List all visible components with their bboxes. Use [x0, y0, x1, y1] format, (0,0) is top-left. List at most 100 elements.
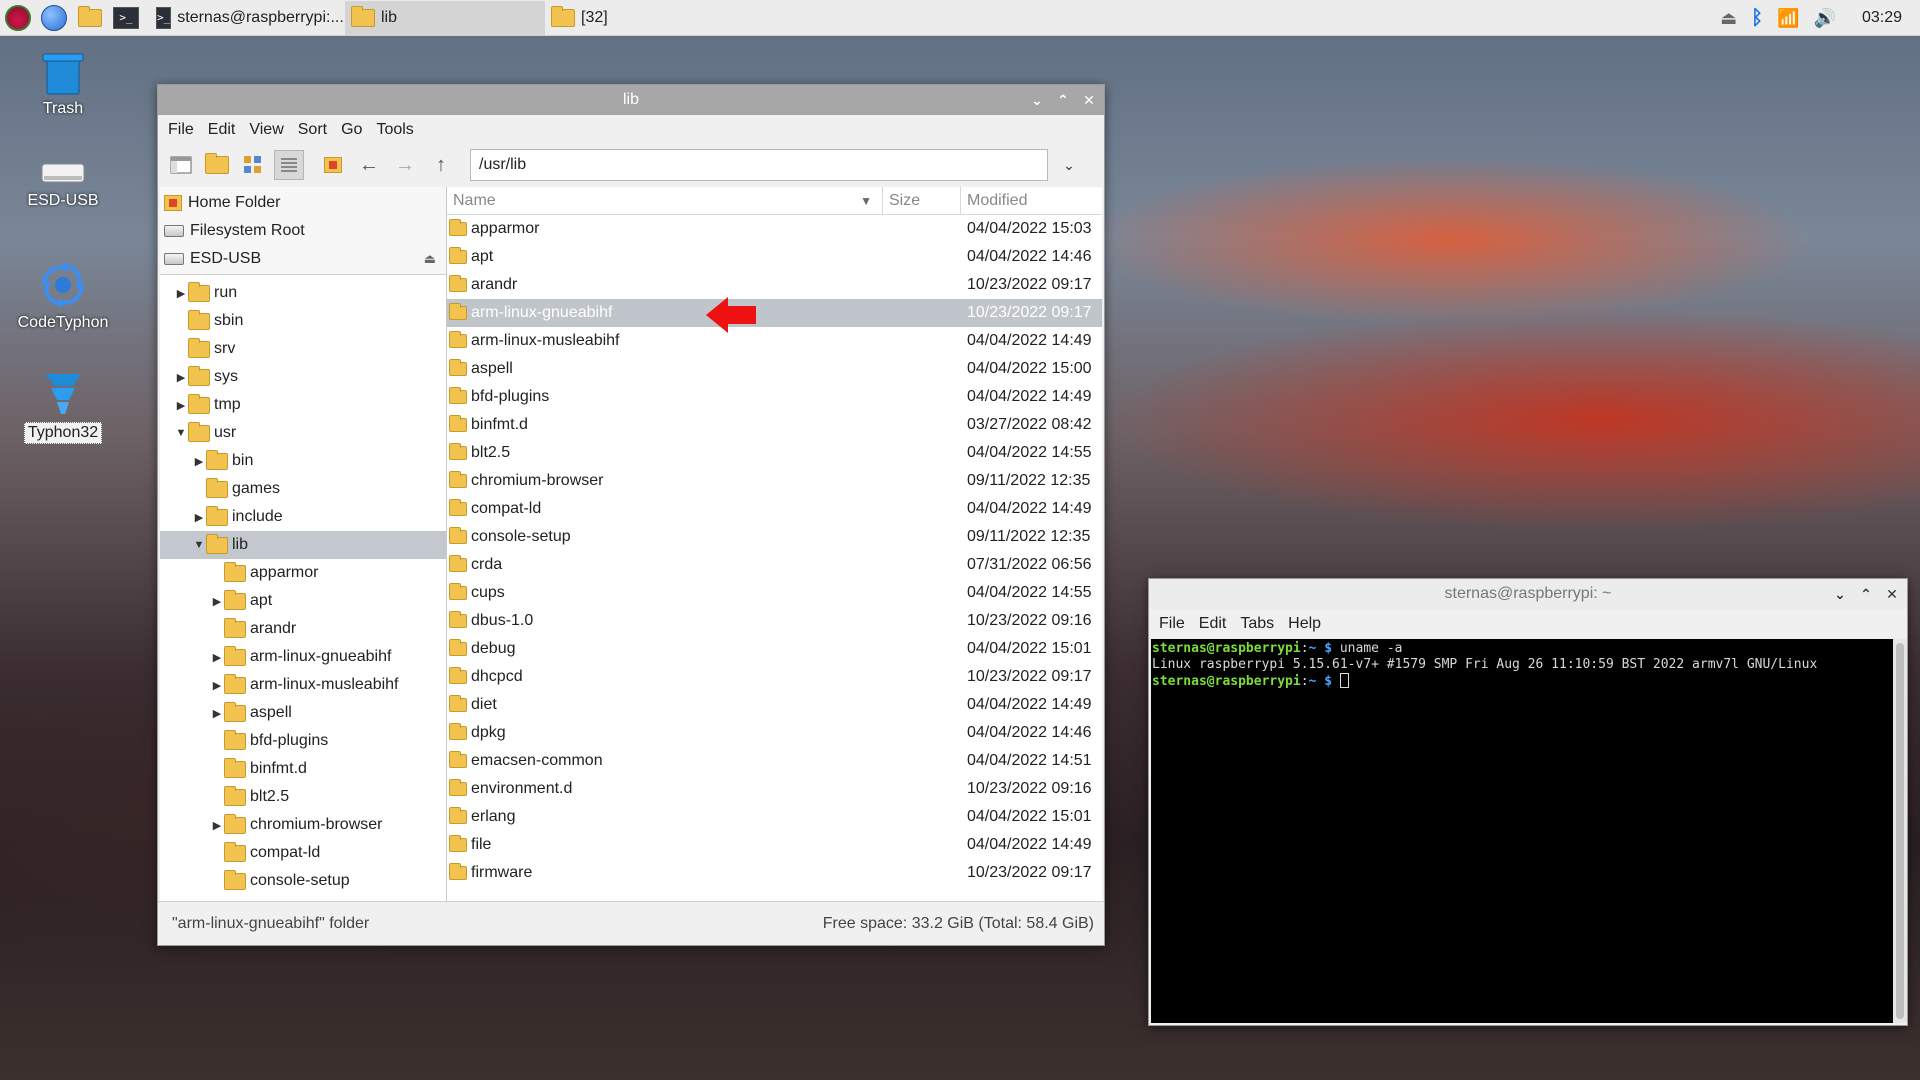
menu-tools[interactable]: Tools — [376, 121, 413, 139]
table-row[interactable]: arm-linux-musleabihf 04/04/2022 14:49 — [447, 327, 1102, 355]
table-row[interactable]: aspell 04/04/2022 15:00 — [447, 355, 1102, 383]
tree-item-bfd-plugins[interactable]: bfd-plugins — [160, 727, 446, 755]
table-row[interactable]: bfd-plugins 04/04/2022 14:49 — [447, 383, 1102, 411]
close-icon[interactable]: ✕ — [1080, 91, 1098, 109]
close-icon[interactable]: ✕ — [1883, 585, 1901, 603]
chevron-down-icon[interactable]: ⌄ — [1054, 157, 1084, 174]
terminal-scrollbar[interactable] — [1893, 639, 1907, 1023]
table-row[interactable]: environment.d 10/23/2022 09:16 — [447, 775, 1102, 803]
tree-item-include[interactable]: ▶ include — [160, 503, 446, 531]
desktop-icon-codetyphon[interactable]: CodeTyphon — [8, 260, 118, 332]
table-row[interactable]: apt 04/04/2022 14:46 — [447, 243, 1102, 271]
icon-view-icon[interactable] — [238, 150, 268, 180]
tree-item-lib[interactable]: ▼ lib — [160, 531, 446, 559]
terminal-output[interactable]: sternas@raspberrypi:~ $ uname -a Linux r… — [1151, 639, 1893, 1023]
new-folder-icon[interactable] — [202, 150, 232, 180]
table-row[interactable]: apparmor 04/04/2022 15:03 — [447, 215, 1102, 243]
table-row[interactable]: compat-ld 04/04/2022 14:49 — [447, 495, 1102, 523]
volume-icon[interactable]: 🔊 — [1814, 8, 1836, 29]
desktop-icon-trash[interactable]: Trash — [8, 50, 118, 118]
column-name[interactable]: Name ▼ — [447, 187, 883, 214]
menu-edit[interactable]: Edit — [1199, 615, 1227, 633]
browser-launcher-icon[interactable] — [36, 0, 72, 36]
tree-item-apparmor[interactable]: apparmor — [160, 559, 446, 587]
tree-item-sys[interactable]: ▶ sys — [160, 363, 446, 391]
table-row[interactable]: diet 04/04/2022 14:49 — [447, 691, 1102, 719]
task-terminal[interactable]: >_ sternas@raspberrypi:... — [150, 1, 345, 35]
table-row[interactable]: dbus-1.0 10/23/2022 09:16 — [447, 607, 1102, 635]
desktop-icon-typhon32[interactable]: Typhon32 — [8, 368, 118, 444]
table-row[interactable]: dpkg 04/04/2022 14:46 — [447, 719, 1102, 747]
table-row[interactable]: binfmt.d 03/27/2022 08:42 — [447, 411, 1102, 439]
tree-item-arm-linux-gnueabihf[interactable]: ▶ arm-linux-gnueabihf — [160, 643, 446, 671]
task-file-manager-32[interactable]: [32] — [545, 1, 745, 35]
table-row[interactable]: debug 04/04/2022 15:01 — [447, 635, 1102, 663]
table-row[interactable]: arm-linux-gnueabihf 10/23/2022 09:17 — [447, 299, 1102, 327]
column-modified[interactable]: Modified — [961, 187, 1102, 214]
collapsed-arrow-icon[interactable]: ▶ — [210, 679, 224, 692]
tree-item-chromium-browser[interactable]: ▶ chromium-browser — [160, 811, 446, 839]
task-file-manager-lib[interactable]: lib — [345, 0, 545, 35]
raspberry-menu-icon[interactable] — [0, 0, 36, 36]
table-row[interactable]: cups 04/04/2022 14:55 — [447, 579, 1102, 607]
menu-file[interactable]: File — [168, 121, 194, 139]
tree-item-bin[interactable]: ▶ bin — [160, 447, 446, 475]
menu-sort[interactable]: Sort — [298, 121, 327, 139]
menu-help[interactable]: Help — [1288, 615, 1321, 633]
tree-item-tmp[interactable]: ▶ tmp — [160, 391, 446, 419]
collapsed-arrow-icon[interactable]: ▶ — [210, 595, 224, 608]
tree-item-apt[interactable]: ▶ apt — [160, 587, 446, 615]
menu-go[interactable]: Go — [341, 121, 362, 139]
path-input[interactable]: /usr/lib — [470, 149, 1048, 181]
up-icon[interactable]: ↑ — [426, 150, 456, 180]
tree-item-srv[interactable]: srv — [160, 335, 446, 363]
tree-item-compat-ld[interactable]: compat-ld — [160, 839, 446, 867]
forward-icon[interactable]: → — [390, 150, 420, 180]
wifi-icon[interactable]: 📶 — [1777, 8, 1799, 29]
place-esd-usb[interactable]: ESD-USB ⏏ — [160, 245, 446, 273]
tree-item-run[interactable]: ▶ run — [160, 279, 446, 307]
maximize-icon[interactable]: ⌃ — [1857, 585, 1875, 603]
window-titlebar[interactable]: lib ⌄ ⌃ ✕ — [158, 85, 1104, 115]
column-size[interactable]: Size — [883, 187, 961, 214]
table-row[interactable]: chromium-browser 09/11/2022 12:35 — [447, 467, 1102, 495]
place-home-folder[interactable]: Home Folder — [160, 189, 446, 217]
list-view-icon[interactable] — [274, 150, 304, 180]
collapsed-arrow-icon[interactable]: ▶ — [210, 819, 224, 832]
new-window-icon[interactable] — [166, 150, 196, 180]
place-filesystem-root[interactable]: Filesystem Root — [160, 217, 446, 245]
home-icon[interactable] — [318, 150, 348, 180]
maximize-icon[interactable]: ⌃ — [1054, 91, 1072, 109]
expanded-arrow-icon[interactable]: ▼ — [174, 427, 188, 439]
tree-item-binfmt-d[interactable]: binfmt.d — [160, 755, 446, 783]
collapsed-arrow-icon[interactable]: ▶ — [174, 287, 188, 300]
tree-item-usr[interactable]: ▼ usr — [160, 419, 446, 447]
table-row[interactable]: blt2.5 04/04/2022 14:55 — [447, 439, 1102, 467]
clock[interactable]: 03:29 — [1862, 9, 1902, 27]
collapsed-arrow-icon[interactable]: ▶ — [174, 399, 188, 412]
collapsed-arrow-icon[interactable]: ▶ — [210, 707, 224, 720]
table-row[interactable]: arandr 10/23/2022 09:17 — [447, 271, 1102, 299]
file-manager-launcher-icon[interactable] — [72, 0, 108, 36]
bluetooth-icon[interactable]: ᛒ — [1751, 7, 1763, 30]
table-row[interactable]: erlang 04/04/2022 15:01 — [447, 803, 1102, 831]
table-row[interactable]: crda 07/31/2022 06:56 — [447, 551, 1102, 579]
tree-item-blt2-5[interactable]: blt2.5 — [160, 783, 446, 811]
menu-view[interactable]: View — [249, 121, 283, 139]
collapsed-arrow-icon[interactable]: ▶ — [210, 651, 224, 664]
collapsed-arrow-icon[interactable]: ▶ — [192, 455, 206, 468]
tree-item-aspell[interactable]: ▶ aspell — [160, 699, 446, 727]
table-row[interactable]: firmware 10/23/2022 09:17 — [447, 859, 1102, 887]
eject-icon[interactable]: ⏏ — [424, 251, 436, 267]
menu-edit[interactable]: Edit — [208, 121, 236, 139]
table-row[interactable]: file 04/04/2022 14:49 — [447, 831, 1102, 859]
tree-item-arm-linux-musleabihf[interactable]: ▶ arm-linux-musleabihf — [160, 671, 446, 699]
back-icon[interactable]: ← — [354, 150, 384, 180]
collapsed-arrow-icon[interactable]: ▶ — [174, 371, 188, 384]
minimize-icon[interactable]: ⌄ — [1831, 585, 1849, 603]
desktop-icon-esd-usb[interactable]: ESD-USB — [8, 158, 118, 210]
tree-item-sbin[interactable]: sbin — [160, 307, 446, 335]
terminal-launcher-icon[interactable]: >_ — [108, 0, 144, 36]
menu-file[interactable]: File — [1159, 615, 1185, 633]
table-row[interactable]: emacsen-common 04/04/2022 14:51 — [447, 747, 1102, 775]
